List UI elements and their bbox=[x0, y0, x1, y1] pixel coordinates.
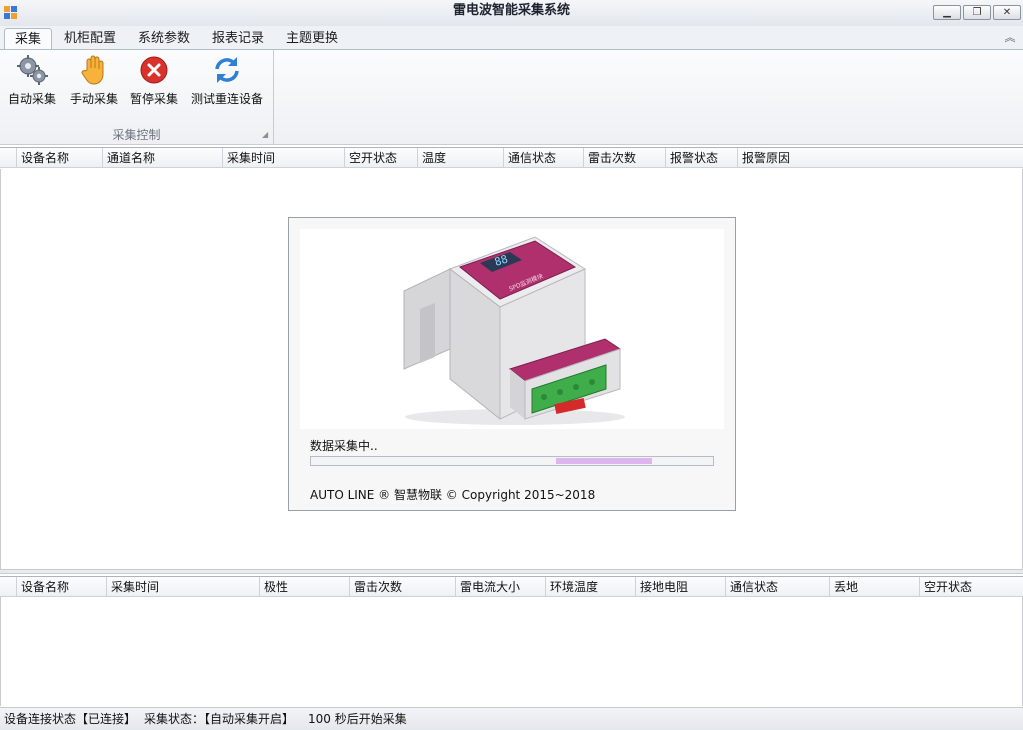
ribbon-tab-strip: 采集 机柜配置 系统参数 报表记录 主题更换 ︽ bbox=[0, 26, 1023, 50]
col-ground-resistance[interactable]: 接地电阻 bbox=[635, 577, 725, 597]
ribbon-group-acquisition-control: 自动采集 手动采集 暂停采集 测试重连设备 采集控制 ◢ bbox=[0, 50, 274, 144]
col-ground-loss[interactable]: 丢地 bbox=[829, 577, 919, 597]
stop-icon bbox=[140, 56, 168, 84]
col-comm-status[interactable]: 通信状态 bbox=[503, 148, 583, 168]
device-photo: 88 SPD监测模块 bbox=[300, 229, 724, 429]
history-grid-body[interactable] bbox=[0, 597, 1023, 706]
gears-icon bbox=[17, 55, 48, 85]
pause-acquire-button[interactable]: 暂停采集 bbox=[126, 54, 182, 112]
tab-cabinet-config[interactable]: 机柜配置 bbox=[54, 28, 126, 50]
countdown-status: 100 秒后开始采集 bbox=[308, 712, 407, 726]
pause-acquire-label: 暂停采集 bbox=[129, 92, 178, 106]
window-title: 雷电波智能采集系统 bbox=[452, 3, 570, 18]
tab-acquisition[interactable]: 采集 bbox=[4, 28, 53, 50]
dialog-launcher-icon[interactable]: ◢ bbox=[262, 130, 268, 139]
progress-bar-fill bbox=[556, 458, 652, 464]
minimize-button[interactable]: ▁ bbox=[933, 5, 961, 20]
auto-acquire-label: 自动采集 bbox=[7, 92, 56, 106]
tab-theme-change[interactable]: 主题更换 bbox=[276, 28, 348, 50]
col-breaker-status[interactable]: 空开状态 bbox=[919, 577, 1023, 597]
connection-status: 设备连接状态【已连接】 bbox=[4, 712, 137, 726]
collapse-ribbon-icon[interactable]: ︽ bbox=[1003, 31, 1017, 45]
col-strike-count[interactable]: 雷击次数 bbox=[583, 148, 665, 168]
title-bar: 雷电波智能采集系统 ▁ ❐ ✕ bbox=[0, 0, 1023, 27]
row-selector-header bbox=[0, 148, 16, 168]
auto-acquire-button[interactable]: 自动采集 bbox=[4, 54, 60, 112]
manual-acquire-label: 手动采集 bbox=[69, 92, 118, 106]
col-acquire-time[interactable]: 采集时间 bbox=[106, 577, 259, 597]
col-alarm-reason[interactable]: 报警原因 bbox=[737, 148, 1023, 168]
col-breaker-status[interactable]: 空开状态 bbox=[344, 148, 417, 168]
loading-text: 数据采集中.. bbox=[310, 439, 378, 453]
col-polarity[interactable]: 极性 bbox=[259, 577, 349, 597]
history-grid-header: 设备名称 采集时间 极性 雷击次数 雷电流大小 环境温度 接地电阻 通信状态 丢… bbox=[0, 576, 1023, 597]
tab-system-params[interactable]: 系统参数 bbox=[128, 28, 200, 50]
row-selector-header bbox=[0, 577, 16, 597]
grid-splitter[interactable] bbox=[0, 569, 1023, 574]
col-ambient-temp[interactable]: 环境温度 bbox=[545, 577, 635, 597]
col-strike-count[interactable]: 雷击次数 bbox=[349, 577, 455, 597]
realtime-grid-header: 设备名称 通道名称 采集时间 空开状态 温度 通信状态 雷击次数 报警状态 报警… bbox=[0, 147, 1023, 168]
tab-report-records[interactable]: 报表记录 bbox=[202, 28, 274, 50]
ribbon: 自动采集 手动采集 暂停采集 测试重连设备 采集控制 ◢ bbox=[0, 49, 1023, 145]
col-comm-status[interactable]: 通信状态 bbox=[725, 577, 829, 597]
status-bar: 设备连接状态【已连接】 采集状态：【自动采集开启】 100 秒后开始采集 bbox=[0, 707, 1023, 730]
copyright-text: AUTO LINE ® 智慧物联 © Copyright 2015~2018 bbox=[310, 488, 596, 502]
col-temperature[interactable]: 温度 bbox=[417, 148, 503, 168]
splash-dialog: 88 SPD监测模块 数据采集中.. AUTO LINE ® 智慧物联 © Co… bbox=[288, 217, 736, 511]
test-reconnect-label: 测试重连设备 bbox=[190, 92, 263, 106]
col-acquire-time[interactable]: 采集时间 bbox=[222, 148, 344, 168]
manual-acquire-button[interactable]: 手动采集 bbox=[66, 54, 122, 112]
progress-bar bbox=[310, 456, 714, 466]
col-device-name[interactable]: 设备名称 bbox=[16, 148, 102, 168]
acquisition-status: 采集状态：【自动采集开启】 bbox=[144, 712, 295, 726]
restore-button[interactable]: ❐ bbox=[963, 5, 991, 20]
col-current-magnitude[interactable]: 雷电流大小 bbox=[455, 577, 545, 597]
ribbon-group-label: 采集控制 bbox=[112, 128, 161, 142]
close-button[interactable]: ✕ bbox=[993, 5, 1021, 20]
col-alarm-status[interactable]: 报警状态 bbox=[665, 148, 737, 168]
hand-icon bbox=[81, 55, 104, 85]
refresh-icon bbox=[215, 57, 239, 83]
test-reconnect-button[interactable]: 测试重连设备 bbox=[188, 54, 266, 112]
col-device-name[interactable]: 设备名称 bbox=[16, 577, 106, 597]
col-channel-name[interactable]: 通道名称 bbox=[102, 148, 222, 168]
